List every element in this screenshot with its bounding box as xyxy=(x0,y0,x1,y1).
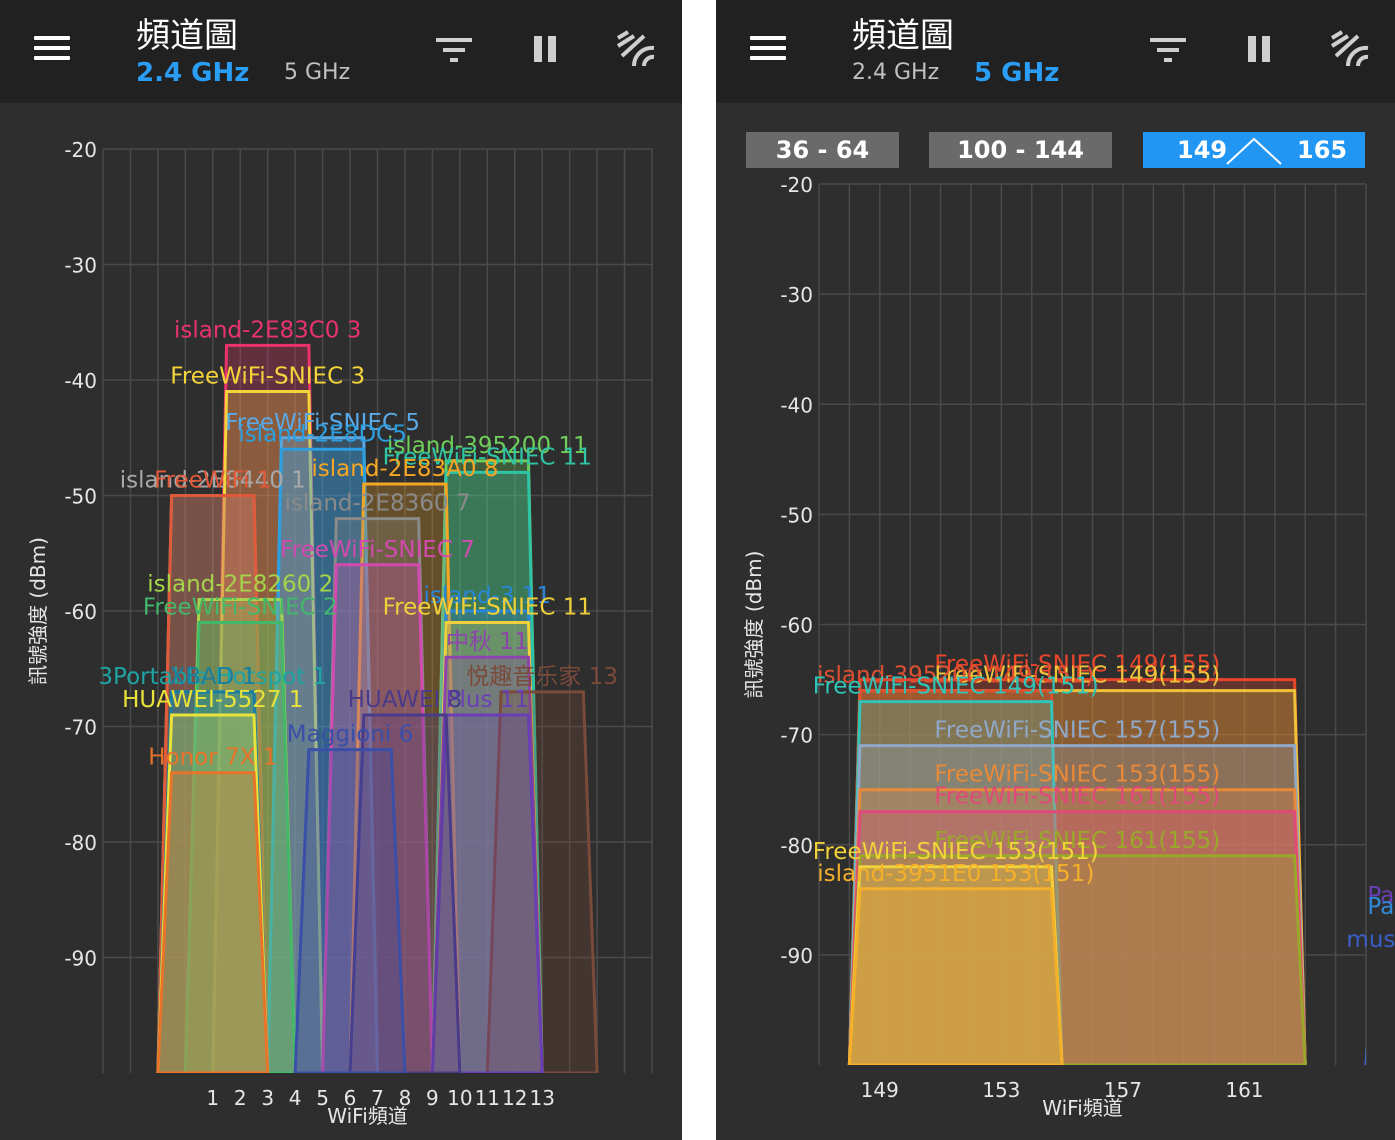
channel-chart-5ghz: FreeWiFi-SNIEC 149(155)FreeWiFi-SNIEC 14… xyxy=(742,173,1395,1120)
x-tick-label: 13 xyxy=(529,1086,554,1110)
network-maggioni-6-22[interactable] xyxy=(293,748,407,1073)
y-tick-label: -50 xyxy=(780,503,813,527)
x-axis-title: WiFi頻道 xyxy=(327,1104,408,1128)
app-bar: 頻道圖 2.4 GHz 5 GHz xyxy=(716,0,1395,103)
x-tick-label: 10 xyxy=(447,1086,472,1110)
y-tick-label: -30 xyxy=(780,283,813,307)
network-label: 中秋 11 xyxy=(446,629,529,655)
network-label: island-2E8DC5 xyxy=(238,421,407,447)
y-tick-label: -80 xyxy=(780,834,813,858)
menu-icon[interactable] xyxy=(34,34,70,62)
y-tick-label: -30 xyxy=(64,254,97,278)
y-tick-label: -40 xyxy=(780,393,813,417)
channel-chart-24ghz: island-2E83C0 3 FreeWiFi-SNIEC 3 FreeWiFi-… xyxy=(26,138,653,1128)
y-tick-label: -40 xyxy=(64,369,97,393)
wifi-scan-icon[interactable] xyxy=(1328,30,1372,70)
y-axis-ticks: -20 -30 -40 -50 -60 -70 -80 -90 xyxy=(780,173,813,968)
y-tick-label: -50 xyxy=(64,485,97,509)
network-label: FreeWiFi-SNIEC 7 xyxy=(280,537,475,563)
tab-5ghz[interactable]: 5 GHz xyxy=(284,60,350,85)
filter-icon[interactable] xyxy=(1150,30,1188,64)
network-honor-7x-1-23[interactable] xyxy=(156,771,270,1073)
menu-icon[interactable] xyxy=(750,34,786,62)
y-tick-label: -90 xyxy=(64,947,97,971)
network-label: island-3951E0 153(151) xyxy=(817,861,1094,887)
pause-icon[interactable] xyxy=(1246,30,1276,66)
y-tick-label: -70 xyxy=(780,724,813,748)
x-tick-label: 4 xyxy=(289,1086,302,1110)
network-label: FreeWiFi-SNIEC 161(155) xyxy=(934,784,1220,810)
y-tick-label: -60 xyxy=(780,614,813,638)
x-tick-label: 153 xyxy=(982,1078,1020,1102)
network-musicchina-12[interactable] xyxy=(1364,955,1395,1065)
y-tick-label: -80 xyxy=(64,831,97,855)
network-label: FreeWiFi-SNIEC 3 xyxy=(170,364,365,390)
pause-icon[interactable] xyxy=(532,30,562,66)
network-label: musicchina xyxy=(1346,927,1395,953)
x-tick-label: 149 xyxy=(861,1078,899,1102)
network-label: FreeWiFi-SNIEC 2 xyxy=(143,595,338,621)
network-label: island-2E8360 7 xyxy=(285,491,471,517)
network-label: HUAWEI-5527 1 xyxy=(122,687,303,713)
y-tick-label: -90 xyxy=(780,944,813,968)
y-tick-label: -20 xyxy=(64,138,97,162)
x-tick-label: 1 xyxy=(206,1086,219,1110)
channel-graph-screen-5ghz: 頻道圖 2.4 GHz 5 GHz 36 - 64 100 - 144 149 … xyxy=(716,0,1395,1140)
y-axis-ticks: -20 -30 -40 -50 -60 -70 -80 -90 xyxy=(64,138,97,971)
app-bar: 頻道圖 2.4 GHz 5 GHz xyxy=(0,0,682,103)
y-tick-label: -20 xyxy=(780,173,813,197)
network-label: island-2E8260 2 xyxy=(147,571,333,597)
y-axis-title: 訊號強度 (dBm) xyxy=(742,551,766,699)
x-tick-label: 2 xyxy=(234,1086,247,1110)
network-label: XBAD 1 xyxy=(169,664,256,690)
network-label: HUAWEI 8 xyxy=(348,687,463,713)
x-axis-title: WiFi頻道 xyxy=(1042,1096,1123,1120)
wifi-scan-icon[interactable] xyxy=(614,30,658,70)
y-axis-title: 訊號強度 (dBm) xyxy=(26,537,50,685)
filter-icon[interactable] xyxy=(436,30,474,64)
channel-graph-screen-24ghz: 頻道圖 2.4 GHz 5 GHz island-2E83C0 3 FreeWiF… xyxy=(0,0,682,1140)
tab-2-4ghz[interactable]: 2.4 GHz xyxy=(136,58,249,88)
network-label: island-2E83C0 3 xyxy=(174,317,361,343)
network-label: 悦趣音乐家 13 xyxy=(466,664,618,690)
x-tick-label: 9 xyxy=(426,1086,439,1110)
page-title: 頻道圖 xyxy=(852,16,954,56)
network-label: FreeWiFi-SNIEC 11 xyxy=(383,595,592,621)
x-tick-label: 12 xyxy=(502,1086,527,1110)
network-label: FreeWiFi 1 xyxy=(154,468,271,494)
network-label: FreeWiFi-SNIEC 149(151) xyxy=(813,674,1099,700)
x-tick-label: 3 xyxy=(261,1086,274,1110)
network-label: Maggioni 6 xyxy=(287,722,414,748)
network-label: Honor 7X 1 xyxy=(148,745,277,771)
network-label: Pavilion xyxy=(1367,894,1395,920)
x-tick-label: 11 xyxy=(475,1086,500,1110)
tab-2-4ghz[interactable]: 2.4 GHz xyxy=(852,60,939,85)
tab-5ghz[interactable]: 5 GHz xyxy=(974,58,1059,88)
y-tick-label: -60 xyxy=(64,600,97,624)
network-label: FreeWiFi-SNIEC 157(155) xyxy=(934,718,1220,744)
page-title: 頻道圖 xyxy=(136,16,238,56)
x-tick-label: 161 xyxy=(1225,1078,1263,1102)
y-tick-label: -70 xyxy=(64,716,97,740)
network-label: island-2E83A0 8 xyxy=(311,456,498,482)
network-island-3951e0-153-151-9[interactable] xyxy=(847,887,1064,1065)
